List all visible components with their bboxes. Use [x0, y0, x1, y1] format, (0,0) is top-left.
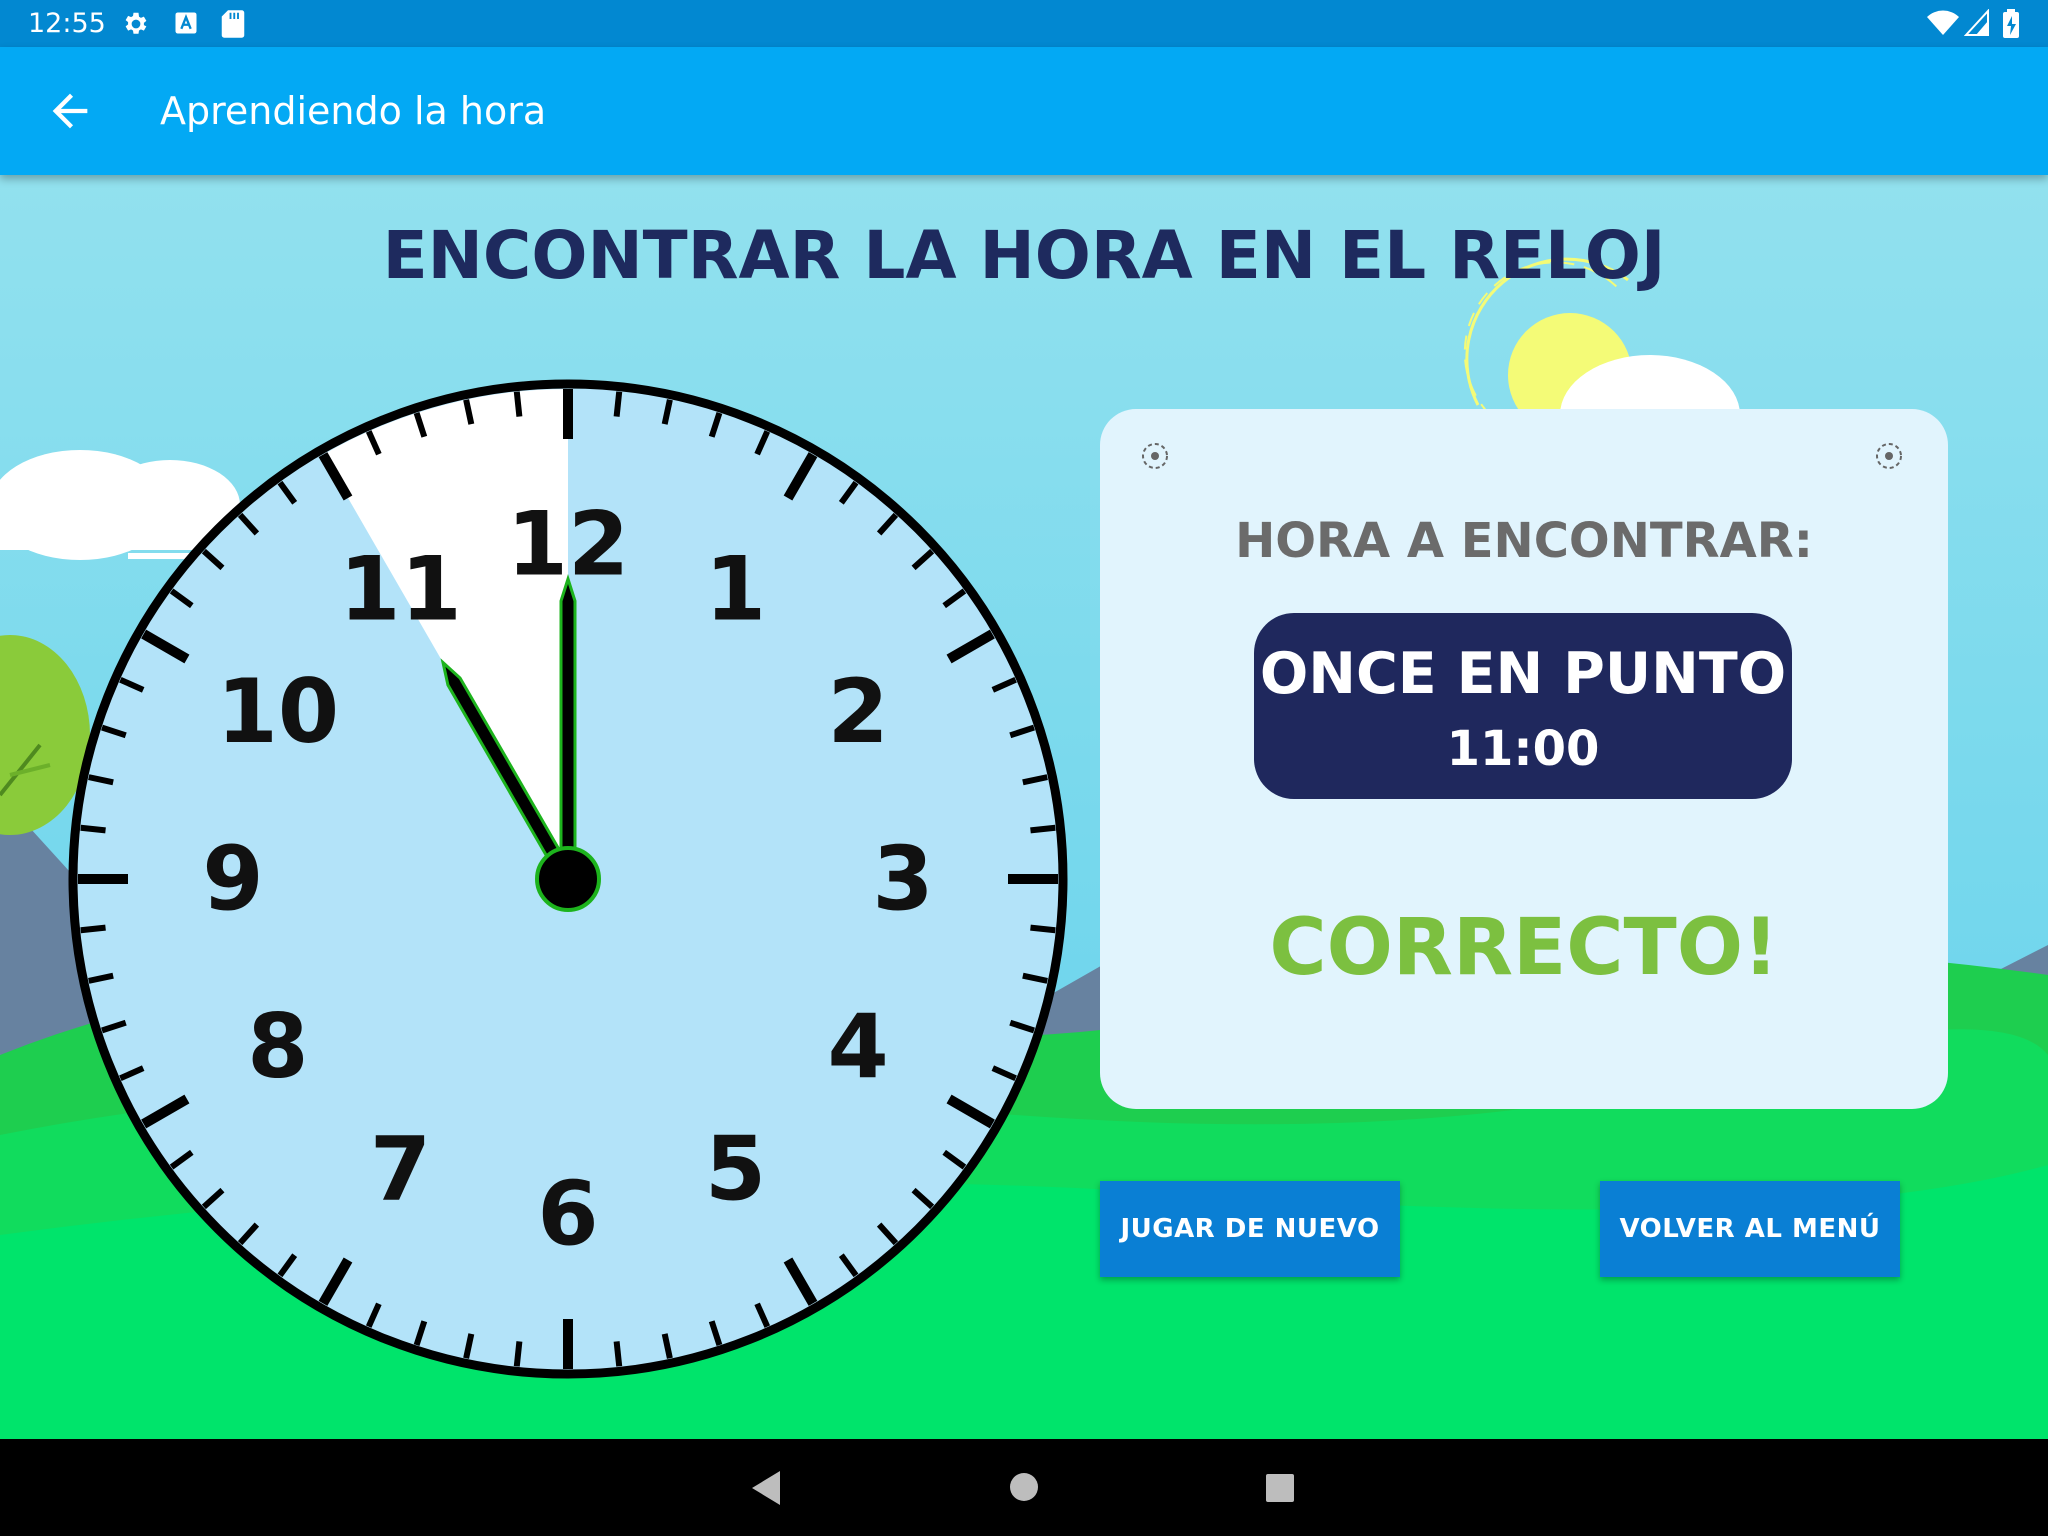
app-title: Aprendiendo la hora	[160, 89, 547, 133]
settings-icon	[125, 12, 147, 34]
nav-recents-icon[interactable]	[1265, 1473, 1295, 1503]
back-to-menu-button[interactable]: VOLVER AL MENÚ	[1600, 1181, 1900, 1277]
sd-card-icon	[221, 10, 245, 38]
target-time-box: ONCE EN PUNTO 11:00	[1254, 613, 1792, 799]
clock-numeral-11: 11	[339, 537, 461, 640]
status-bar: 12:55	[0, 0, 2048, 47]
minute-tick	[1030, 924, 1056, 934]
minute-tick	[1030, 824, 1056, 834]
navigation-bar	[0, 1439, 2048, 1536]
battery-icon	[2003, 9, 2019, 38]
target-time-card: HORA A ENCONTRAR: ONCE EN PUNTO 11:00 CO…	[1100, 409, 1948, 1109]
clock-numeral-4: 4	[828, 995, 889, 1098]
minute-tick	[80, 824, 106, 834]
clock-numeral-3: 3	[872, 828, 933, 931]
clock-numeral-9: 9	[202, 828, 263, 931]
minute-tick	[513, 391, 523, 417]
font-icon	[175, 12, 197, 34]
status-time: 12:55	[28, 8, 106, 39]
game-screen: ENCONTRAR LA HORA EN EL RELOJ 12 1 2 3 4 5 6 7 8…	[0, 175, 2048, 1439]
minute-tick	[613, 391, 623, 417]
nav-home-icon[interactable]	[1008, 1471, 1040, 1503]
back-arrow-icon[interactable]	[44, 85, 96, 137]
clock-numeral-2: 2	[828, 660, 889, 763]
result-message: CORRECTO!	[1269, 903, 1779, 993]
target-dot-icon	[1876, 443, 1902, 469]
clock-numeral-10: 10	[217, 660, 339, 763]
wifi-icon	[1927, 10, 1959, 35]
clock-numeral-6: 6	[537, 1163, 598, 1266]
clock-center-pin	[535, 846, 601, 912]
play-again-button[interactable]: JUGAR DE NUEVO	[1100, 1181, 1400, 1277]
target-time-digits: 11:00	[1446, 721, 1600, 777]
page-title: ENCONTRAR LA HORA EN EL RELOJ	[382, 217, 1666, 294]
app-bar: Aprendiendo la hora	[0, 47, 2048, 175]
analog-clock[interactable]: 12 1234567891011	[62, 373, 1074, 1385]
target-time-words: ONCE EN PUNTO	[1259, 641, 1787, 707]
clock-numeral-8: 8	[247, 995, 308, 1098]
clock-numeral-5: 5	[705, 1118, 766, 1221]
clock-numeral-1: 1	[705, 537, 766, 640]
card-label: HORA A ENCONTRAR:	[1235, 513, 1813, 569]
minute-tick	[613, 1341, 623, 1367]
minute-tick	[513, 1341, 523, 1367]
signal-icon	[1964, 9, 1989, 36]
minute-hand[interactable]	[559, 574, 577, 887]
clock-numeral-7: 7	[370, 1118, 431, 1221]
target-dot-icon	[1142, 443, 1168, 469]
minute-tick	[80, 924, 106, 934]
nav-back-icon[interactable]	[748, 1469, 784, 1507]
